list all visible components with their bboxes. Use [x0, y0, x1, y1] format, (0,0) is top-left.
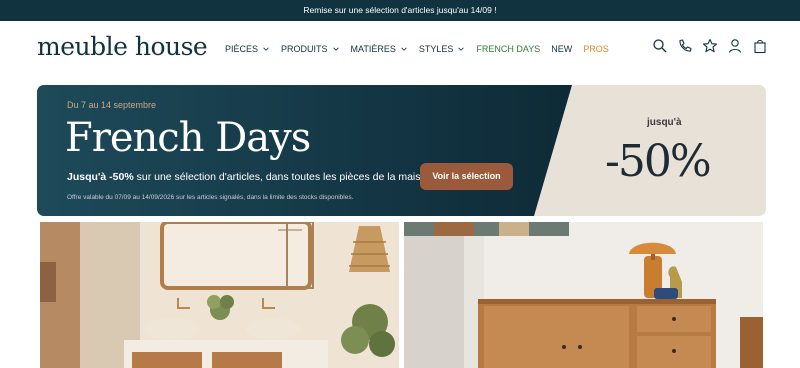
- sideboard-photo[interactable]: [404, 222, 763, 368]
- nav-item-label: PROS: [583, 44, 609, 54]
- cart-icon[interactable]: [752, 38, 768, 54]
- bathroom-image: [40, 222, 399, 368]
- chevron-down-icon: [332, 47, 339, 51]
- phone-icon[interactable]: [677, 38, 693, 54]
- banner-description-bold: Jusqu'à -50%: [67, 171, 134, 183]
- star-icon[interactable]: [702, 38, 718, 54]
- chevron-down-icon: [401, 47, 407, 51]
- main-nav: PIÈCES PRODUITS MATIÈRES STYLES FRENCH D…: [225, 44, 609, 54]
- nav-item-label: NEW: [551, 44, 573, 54]
- search-icon[interactable]: [652, 38, 668, 54]
- sideboard-image: [404, 222, 763, 368]
- site-logo[interactable]: meuble house: [37, 32, 208, 62]
- banner-date: Du 7 au 14 septembre: [67, 100, 157, 110]
- see-selection-button[interactable]: Voir la sélection: [420, 163, 513, 190]
- nav-item-styles[interactable]: STYLES: [419, 44, 466, 54]
- account-icon[interactable]: [727, 38, 743, 54]
- nav-item-matieres[interactable]: MATIÈRES: [351, 44, 408, 54]
- chevron-down-icon: [263, 47, 269, 51]
- nav-item-pieces[interactable]: PIÈCES: [225, 44, 270, 54]
- bathroom-photo[interactable]: [40, 222, 399, 368]
- nav-item-label: FRENCH DAYS: [476, 44, 541, 54]
- nav-item-produits[interactable]: PRODUITS: [281, 44, 340, 54]
- banner-discount: -50%: [605, 136, 712, 187]
- chevron-down-icon: [458, 47, 465, 51]
- site-header: meuble house PIÈCES PRODUITS MATIÈRES ST…: [0, 21, 800, 81]
- nav-item-label: MATIÈRES: [350, 44, 396, 54]
- french-days-banner[interactable]: Du 7 au 14 septembre French Days Jusqu'à…: [37, 85, 766, 216]
- banner-description: Jusqu'à -50% sur une sélection d'article…: [67, 171, 435, 183]
- promo-text: Remise sur une sélection d'articles jusq…: [303, 5, 497, 15]
- promo-bar: Remise sur une sélection d'articles jusq…: [0, 0, 800, 21]
- nav-item-pros[interactable]: PROS: [583, 44, 609, 54]
- nav-item-label: PRODUITS: [281, 44, 328, 54]
- nav-item-label: STYLES: [418, 44, 454, 54]
- header-icons: [652, 38, 768, 54]
- banner-upto-label: jusqu'à: [647, 117, 682, 128]
- banner-fine-print: Offre valable du 07/09 au 14/09/2026 sur…: [67, 194, 354, 201]
- nav-item-label: PIÈCES: [225, 44, 259, 54]
- banner-title: French Days: [65, 115, 311, 161]
- nav-item-new[interactable]: NEW: [551, 44, 572, 54]
- banner-description-rest: sur une sélection d'articles, dans toute…: [133, 171, 436, 183]
- nav-item-french-days[interactable]: FRENCH DAYS: [476, 44, 540, 54]
